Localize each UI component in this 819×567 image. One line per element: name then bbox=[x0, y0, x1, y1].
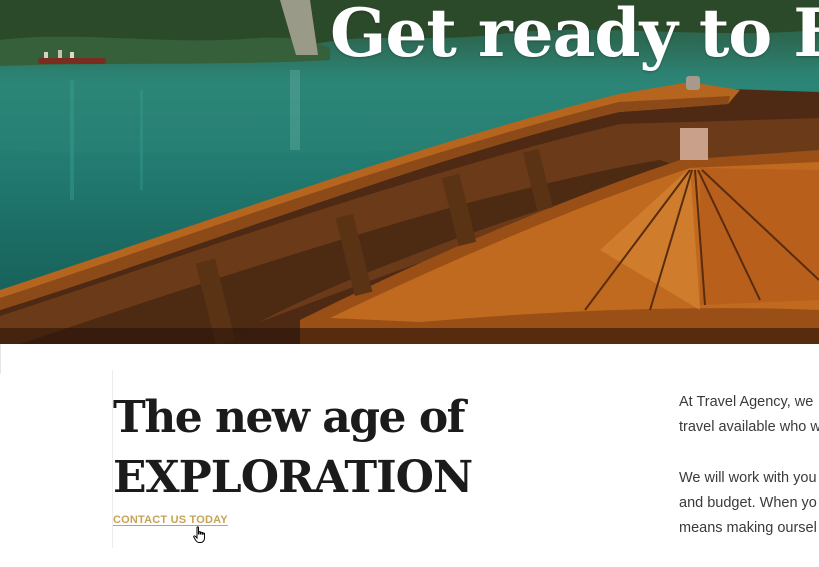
text-line: travel available who w bbox=[679, 419, 819, 435]
hero-banner: Get ready to Ex bbox=[0, 0, 819, 344]
text-line: and budget. When yo bbox=[679, 495, 817, 511]
hero-title: Get ready to Ex bbox=[330, 0, 819, 72]
headline-line-1: The new age of bbox=[113, 392, 466, 443]
section-headline: The new age of EXPLORATION bbox=[113, 388, 473, 508]
hand-pointer-icon bbox=[193, 526, 207, 549]
distant-boat bbox=[38, 58, 106, 64]
paragraph: At Travel Agency, we travel available wh… bbox=[679, 390, 819, 440]
text-line: We will work with you bbox=[679, 470, 817, 486]
intro-body: At Travel Agency, we travel available wh… bbox=[679, 390, 819, 567]
paragraph: We will work with you and budget. When y… bbox=[679, 466, 819, 541]
text-line: means making oursel bbox=[679, 520, 817, 536]
contact-us-link[interactable]: CONTACT US TODAY bbox=[113, 514, 228, 526]
divider bbox=[0, 344, 1, 374]
headline-line-2: EXPLORATION bbox=[113, 452, 473, 503]
text-line: At Travel Agency, we bbox=[679, 394, 814, 410]
